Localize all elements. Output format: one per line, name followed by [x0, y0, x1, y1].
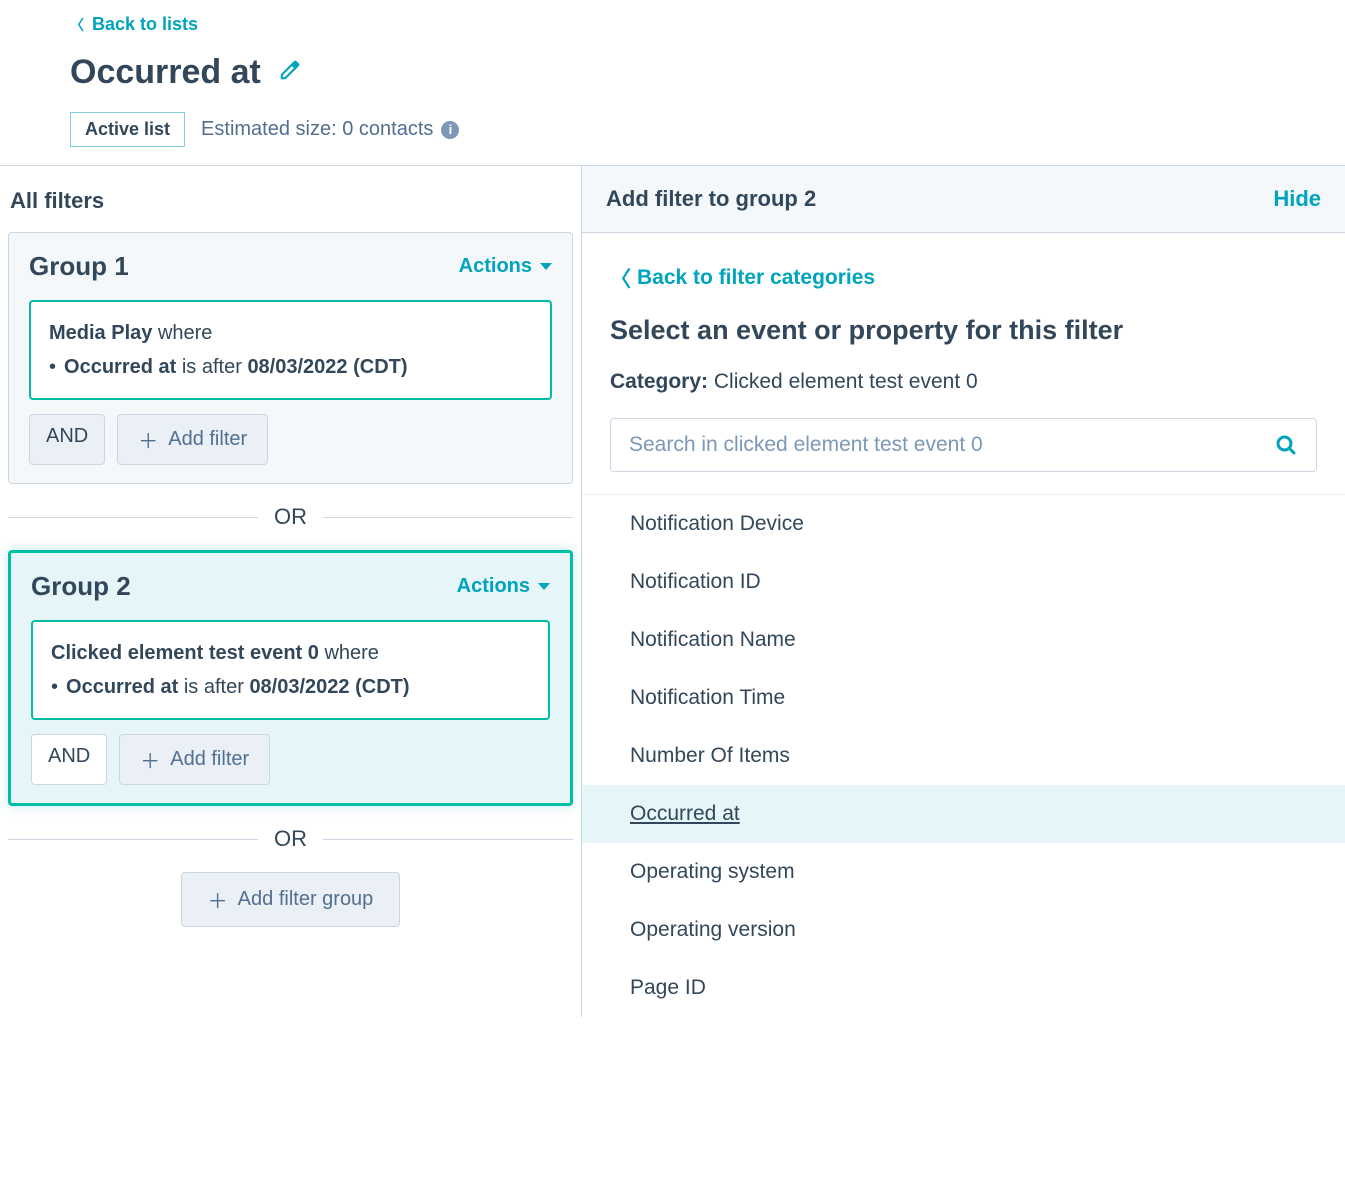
property-item[interactable]: Operating system [582, 843, 1345, 901]
add-filter-button[interactable]: ＋ Add filter [119, 734, 270, 785]
back-to-lists-link[interactable]: 〈 Back to lists [70, 14, 198, 35]
filter-condition[interactable]: Clicked element test event 0 where • Occ… [31, 620, 550, 720]
hide-panel-button[interactable]: Hide [1273, 186, 1321, 212]
add-filter-button[interactable]: ＋ Add filter [117, 414, 268, 465]
estimated-size: Estimated size: 0 contacts i [201, 118, 459, 141]
group-title: Group 2 [31, 571, 131, 602]
group-actions-menu[interactable]: Actions [457, 575, 550, 598]
plus-icon: ＋ [138, 425, 158, 454]
or-divider: OR [8, 826, 573, 852]
active-list-badge: Active list [70, 112, 185, 147]
property-list: Notification DeviceNotification IDNotifi… [582, 494, 1345, 1017]
and-operator-chip: AND [29, 414, 105, 465]
filter-where: where [324, 642, 378, 664]
property-item[interactable]: Notification Name [582, 611, 1345, 669]
add-filter-group-label: Add filter group [238, 888, 374, 911]
filter-where: where [158, 322, 212, 344]
filter-op: is after [182, 356, 242, 378]
property-item[interactable]: Occurred at [582, 785, 1345, 843]
edit-title-button[interactable] [279, 59, 301, 87]
filter-value: 08/03/2022 (CDT) [249, 676, 409, 698]
category-label: Category: [610, 370, 708, 393]
add-filter-group-button[interactable]: ＋ Add filter group [181, 872, 401, 927]
info-icon[interactable]: i [441, 121, 459, 139]
back-to-lists-label: Back to lists [92, 14, 198, 35]
plus-icon: ＋ [140, 745, 160, 774]
filters-panel: All filters Group 1 Actions Media Play w… [0, 166, 582, 1017]
panel-title: Add filter to group 2 [606, 186, 816, 212]
add-filter-label: Add filter [170, 748, 249, 771]
group-actions-menu[interactable]: Actions [459, 255, 552, 278]
filter-group-2: Group 2 Actions Clicked element test eve… [8, 550, 573, 806]
filter-op: is after [184, 676, 244, 698]
filter-prop: Occurred at [66, 676, 178, 698]
plus-icon: ＋ [208, 885, 228, 914]
search-icon [1274, 433, 1298, 457]
chevron-down-icon [538, 583, 550, 590]
property-item[interactable]: Notification Time [582, 669, 1345, 727]
property-item[interactable]: Notification Device [582, 495, 1345, 553]
page-title: Occurred at [70, 53, 261, 92]
actions-label: Actions [459, 255, 532, 278]
bullet-icon: • [51, 670, 58, 704]
chevron-left-icon: 〈 [70, 15, 84, 35]
group-title: Group 1 [29, 251, 129, 282]
back-to-categories-link[interactable]: 〈 Back to filter categories [610, 263, 875, 293]
actions-label: Actions [457, 575, 530, 598]
back-to-categories-label: Back to filter categories [637, 266, 875, 290]
or-label: OR [274, 504, 307, 530]
filter-prop: Occurred at [64, 356, 176, 378]
filter-group-1: Group 1 Actions Media Play where • Occur… [8, 232, 573, 484]
filter-value: 08/03/2022 (CDT) [247, 356, 407, 378]
chevron-down-icon [540, 263, 552, 270]
or-label: OR [274, 826, 307, 852]
estimated-size-text: Estimated size: 0 contacts [201, 118, 433, 141]
filter-condition[interactable]: Media Play where • Occurred at is after … [29, 300, 552, 400]
and-operator-chip: AND [31, 734, 107, 785]
category-line: Category: Clicked element test event 0 [610, 370, 1317, 394]
or-divider: OR [8, 504, 573, 530]
property-item[interactable]: Notification ID [582, 553, 1345, 611]
add-filter-label: Add filter [168, 428, 247, 451]
filter-event: Clicked element test event 0 [51, 642, 319, 664]
search-input[interactable] [629, 433, 1262, 457]
select-heading: Select an event or property for this fil… [610, 315, 1317, 346]
filter-event: Media Play [49, 322, 152, 344]
property-item[interactable]: Number Of Items [582, 727, 1345, 785]
all-filters-heading: All filters [8, 188, 573, 214]
search-field[interactable] [610, 418, 1317, 472]
chevron-left-icon: 〈 [610, 263, 631, 293]
category-value: Clicked element test event 0 [714, 370, 978, 393]
bullet-icon: • [49, 350, 56, 384]
property-item[interactable]: Page ID [582, 959, 1345, 1017]
property-item[interactable]: Operating version [582, 901, 1345, 959]
pencil-icon [279, 59, 301, 81]
filter-picker-panel: Add filter to group 2 Hide 〈 Back to fil… [582, 166, 1345, 1017]
